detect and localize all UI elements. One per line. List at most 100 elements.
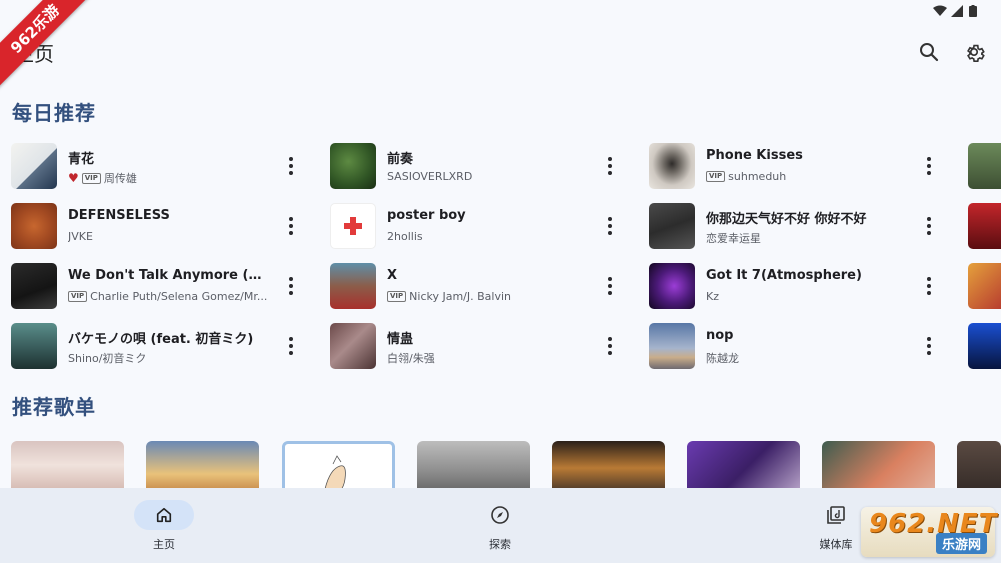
more-options-button[interactable]: [285, 274, 297, 298]
watermark-logo: 962.NET 乐游网: [861, 507, 996, 557]
nav-home[interactable]: 主页: [134, 500, 194, 552]
song-artist: suhmeduh: [728, 170, 787, 183]
song-subtitle: ♥ VIP 周传雄: [68, 170, 137, 186]
song-cover: [11, 263, 57, 309]
nav-indicator: [470, 500, 530, 530]
more-options-button[interactable]: [604, 274, 616, 298]
more-options-button[interactable]: [923, 334, 935, 358]
nav-explore[interactable]: 探索: [470, 500, 530, 552]
nav-explore-label: 探索: [489, 538, 511, 551]
song-row[interactable]: 前奏 SASIOVERLXRD: [330, 143, 630, 189]
song-artist: Charlie Puth/Selena Gomez/Mr...: [90, 290, 268, 303]
song-cover: [330, 143, 376, 189]
song-title: X: [387, 268, 398, 283]
song-row[interactable]: 你那边天气好不好 你好不好 恋爱幸运星: [649, 203, 949, 249]
song-subtitle: VIP Nicky Jam/J. Balvin: [387, 290, 511, 303]
search-icon: [920, 43, 939, 62]
song-title: poster boy: [387, 208, 466, 223]
song-row[interactable]: 青花 ♥ VIP 周传雄: [11, 143, 311, 189]
nav-library[interactable]: 媒体库: [806, 500, 866, 552]
more-options-button[interactable]: [923, 274, 935, 298]
song-title: 前奏: [387, 152, 414, 167]
song-title: 情蛊: [387, 332, 414, 347]
song-artist: JVKE: [68, 230, 93, 243]
song-row[interactable]: Phone Kisses VIP suhmeduh: [649, 143, 949, 189]
watermark-sub: 乐游网: [935, 533, 987, 554]
compass-icon: [491, 506, 509, 524]
song-title: nop: [706, 328, 734, 343]
song-subtitle: Kz: [706, 290, 719, 303]
song-cover: [330, 263, 376, 309]
bottom-navigation: 主页 探索 媒体库: [0, 488, 1001, 563]
more-options-button[interactable]: [285, 334, 297, 358]
song-title: Phone Kisses: [706, 148, 803, 163]
song-subtitle: Shino/初音ミク: [68, 350, 146, 366]
song-row[interactable]: X VIP Nicky Jam/J. Balvin: [330, 263, 630, 309]
song-row[interactable]: Got It 7(Atmosphere) Kz: [649, 263, 949, 309]
library-music-icon: [827, 506, 845, 524]
search-button[interactable]: [915, 38, 943, 66]
more-options-button[interactable]: [285, 214, 297, 238]
song-subtitle: 白翎/朱强: [387, 350, 435, 366]
song-row[interactable]: DEFENSELESS JVKE: [11, 203, 311, 249]
song-subtitle: JVKE: [68, 230, 93, 243]
vip-badge: VIP: [387, 291, 407, 302]
more-options-button[interactable]: [923, 154, 935, 178]
song-row[interactable]: We Don't Talk Anymore (Mr. ... VIPCharli…: [11, 263, 311, 309]
song-title: 青花: [68, 152, 95, 167]
more-options-button[interactable]: [923, 214, 935, 238]
battery-icon: [969, 5, 977, 17]
section-title-playlists: 推荐歌单: [12, 395, 96, 419]
song-title: DEFENSELESS: [68, 208, 170, 223]
song-cover: [330, 323, 376, 369]
vip-badge: VIP: [68, 291, 88, 302]
song-artist: Nicky Jam/J. Balvin: [409, 290, 511, 303]
song-artist: Kz: [706, 290, 719, 303]
song-title: Got It 7(Atmosphere): [706, 268, 862, 283]
song-subtitle: SASIOVERLXRD: [387, 170, 472, 183]
song-subtitle: 2hollis: [387, 230, 423, 243]
nav-home-label: 主页: [153, 538, 175, 551]
gear-icon: [967, 44, 985, 62]
more-options-button[interactable]: [604, 334, 616, 358]
nav-library-label: 媒体库: [819, 538, 853, 551]
section-title-daily: 每日推荐: [12, 101, 96, 125]
song-artist: 恋爱幸运星: [706, 232, 761, 245]
signal-icon: [951, 5, 963, 17]
song-cover: [11, 323, 57, 369]
heart-icon: ♥: [68, 170, 79, 185]
song-row[interactable]: バケモノの唄 (feat. 初音ミク) Shino/初音ミク: [11, 323, 311, 369]
song-title: 你那边天气好不好 你好不好: [706, 212, 867, 227]
song-title: We Don't Talk Anymore (Mr. ...: [68, 268, 268, 283]
song-row[interactable]: 情蛊 白翎/朱强: [330, 323, 630, 369]
wifi-icon: [933, 5, 947, 16]
song-artist: 白翎/朱强: [387, 352, 435, 365]
song-artist: Shino/初音ミク: [68, 352, 147, 365]
song-cover-partial[interactable]: [968, 263, 1001, 309]
song-cover: [649, 263, 695, 309]
vip-badge: VIP: [81, 172, 101, 184]
song-subtitle: 陈越龙: [706, 350, 739, 366]
song-cover-partial[interactable]: [968, 203, 1001, 249]
song-subtitle: VIP Charlie Puth/Selena Gomez/Mr...: [68, 290, 267, 303]
song-artist: 陈越龙: [706, 352, 739, 365]
song-artist: SASIOVERLXRD: [387, 170, 473, 183]
song-title: バケモノの唄 (feat. 初音ミク): [68, 332, 254, 347]
settings-button[interactable]: [960, 38, 988, 66]
song-row[interactable]: poster boy 2hollis: [330, 203, 630, 249]
nav-active-indicator: [134, 500, 194, 530]
song-cover-partial[interactable]: [968, 323, 1001, 369]
more-options-button[interactable]: [604, 154, 616, 178]
song-row[interactable]: nop 陈越龙: [649, 323, 949, 369]
song-cover: [649, 323, 695, 369]
song-cover: [649, 143, 695, 189]
more-options-button[interactable]: [285, 154, 297, 178]
home-icon: [156, 507, 172, 523]
nav-indicator: [806, 500, 866, 530]
more-options-button[interactable]: [604, 214, 616, 238]
song-artist: 周传雄: [103, 172, 137, 185]
song-cover-partial[interactable]: [968, 143, 1001, 189]
song-cover: [649, 203, 695, 249]
song-cover: [330, 203, 376, 249]
status-bar: [921, 0, 1001, 22]
